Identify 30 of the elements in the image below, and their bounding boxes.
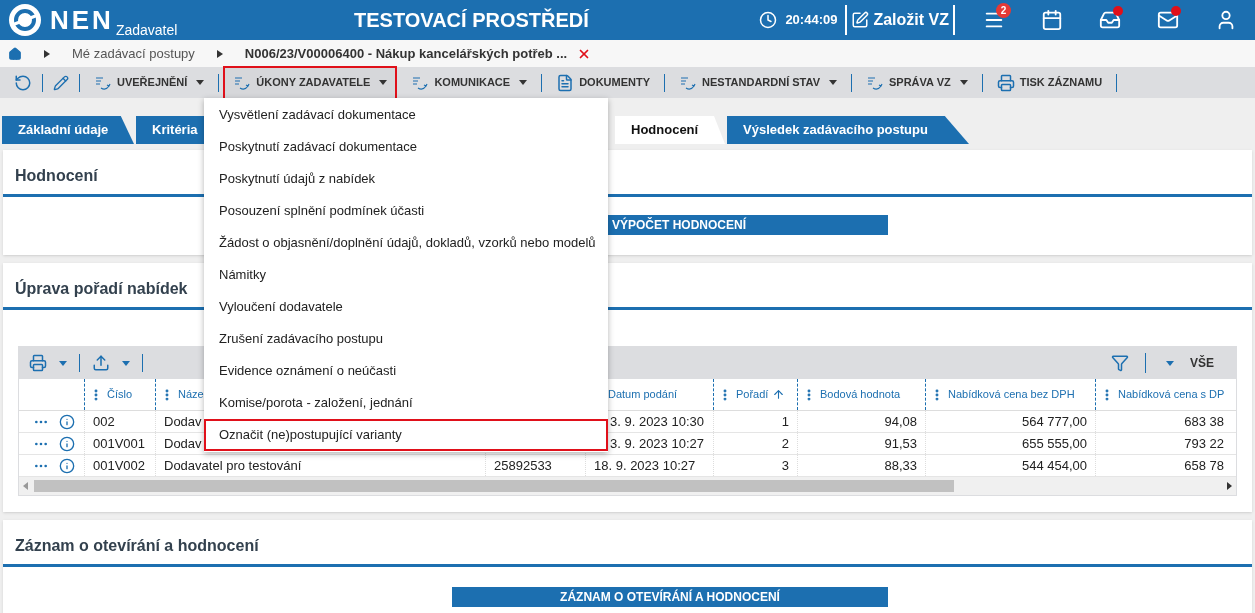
table-cell-text: 001V001 bbox=[93, 434, 146, 453]
logo-subtitle: Zadavatel bbox=[115, 23, 178, 37]
table-cell-text: 683 38 bbox=[1184, 412, 1224, 431]
table-cell-text: 3. 9. 2023 10:27 bbox=[610, 434, 704, 453]
section-title: Záznam o otevírání a hodnocení bbox=[15, 537, 259, 554]
table-cell-text: 94,08 bbox=[884, 412, 917, 431]
logo-text: NEN bbox=[50, 4, 114, 37]
environment-title: TESTOVACÍ PROSTŘEDÍ bbox=[354, 7, 590, 33]
table-cell-text: 18. 9. 2023 10:27 bbox=[594, 456, 696, 475]
table-cell-text: 564 777,00 bbox=[1021, 412, 1087, 431]
table-cell-text: 544 454,00 bbox=[1021, 456, 1087, 475]
notification-badge: 2 bbox=[996, 3, 1011, 18]
section-title: Hodnocení bbox=[15, 167, 98, 184]
section-title: Úprava pořadí nabídek bbox=[15, 280, 188, 297]
table-cell-text: 3 bbox=[781, 456, 789, 475]
table-cell-text: 002 bbox=[93, 412, 115, 431]
table-cell-text: Dodav bbox=[164, 412, 202, 431]
table-cell-text: 655 555,00 bbox=[1021, 434, 1087, 453]
table-cell-text: 2 bbox=[781, 434, 789, 453]
table-cell-text: Dodav bbox=[164, 434, 202, 453]
clock-time: 20:44:09 bbox=[785, 11, 838, 30]
table-cell-text: Dodavatel pro testování bbox=[164, 456, 302, 475]
table-cell-text: 793 22 bbox=[1184, 434, 1224, 453]
table-cell-text: 001V002 bbox=[93, 456, 146, 475]
table-cell-text: 91,53 bbox=[884, 434, 917, 453]
table-cell-text: 25892533 bbox=[494, 456, 552, 475]
table-cell-text: 658 78 bbox=[1184, 456, 1224, 475]
table-cell-text: 3. 9. 2023 10:30 bbox=[610, 412, 704, 431]
table-cell-text: 1 bbox=[781, 412, 789, 431]
table-cell-text: 88,33 bbox=[884, 456, 917, 475]
